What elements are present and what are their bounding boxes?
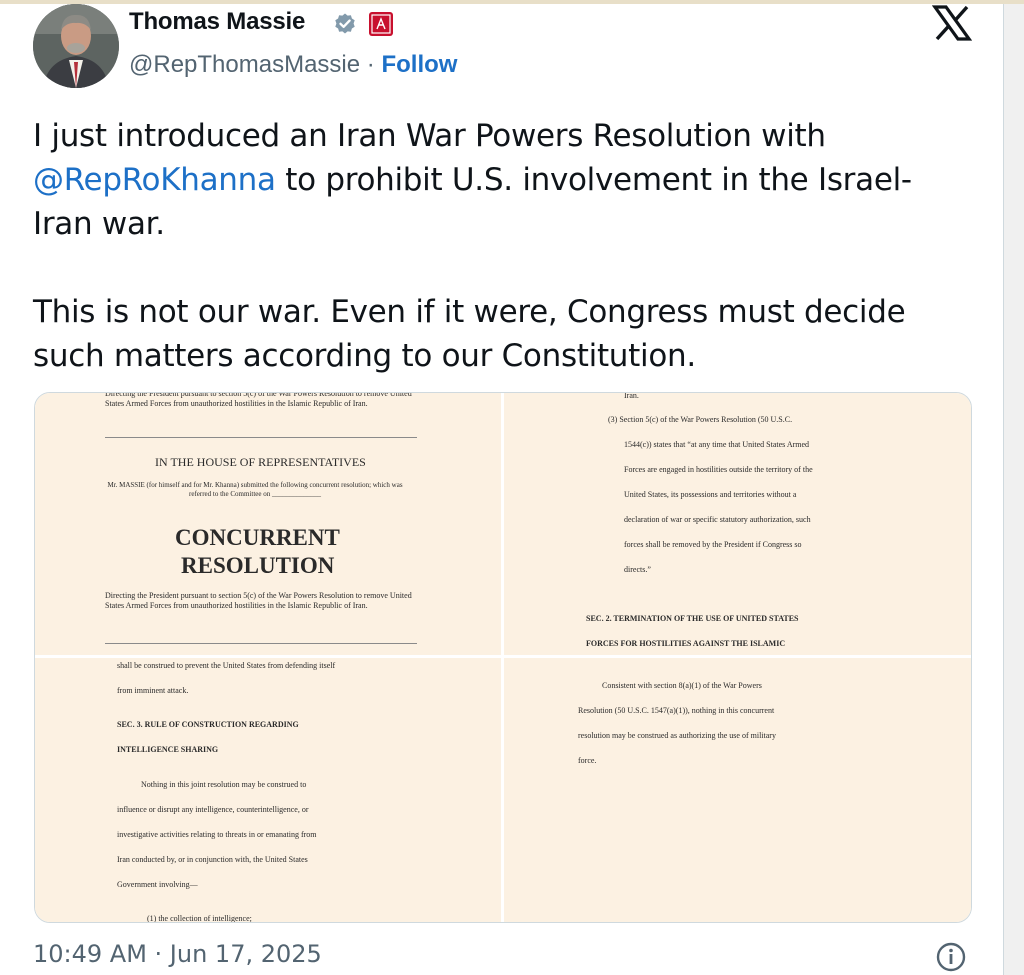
page3-body-line: Nothing in this joint resolution may be … — [141, 780, 307, 789]
page4-line: Consistent with section 8(a)(1) of the W… — [602, 681, 762, 690]
x-logo-icon[interactable] — [932, 5, 972, 41]
author-name[interactable]: Thomas Massie — [129, 8, 305, 36]
house-heading: IN THE HOUSE OF REPRESENTATIVES — [155, 455, 366, 469]
page2-line: directs.” — [624, 565, 651, 574]
congress-flag-icon — [369, 12, 393, 36]
divider — [105, 643, 417, 644]
tweet-card: Thomas Massie @RepThomasMassie · Follow … — [0, 4, 1004, 975]
tweet-paragraph-2: This is not our war. Even if it were, Co… — [33, 294, 906, 374]
document-page-3: shall be construed to prevent the United… — [35, 658, 501, 923]
document-header-text: Directing the President pursuant to sect… — [105, 393, 412, 408]
page3-line: from imminent attack. — [117, 686, 189, 695]
author-handle-row: @RepThomasMassie · Follow — [129, 51, 457, 79]
page3-body-line: investigative activities relating to thr… — [117, 830, 317, 839]
page2-line: forces shall be removed by the President… — [624, 540, 802, 549]
avatar[interactable] — [33, 4, 119, 88]
page2-line: (3) Section 5(c) of the War Powers Resol… — [608, 415, 793, 424]
page2-section-heading: FORCES FOR HOSTILITIES AGAINST THE ISLAM… — [586, 639, 786, 648]
page4-line: resolution may be construed as authorizi… — [578, 731, 776, 740]
follow-button[interactable]: Follow — [381, 51, 457, 78]
page2-section-heading: SEC. 2. TERMINATION OF THE USE OF UNITED… — [586, 614, 799, 623]
avatar-image — [33, 4, 119, 88]
page2-top-text: Iran. — [624, 393, 639, 400]
separator-dot: · — [366, 51, 375, 78]
page3-section-heading: INTELLIGENCE SHARING — [117, 745, 219, 754]
page3-body-line: Government involving— — [117, 880, 198, 889]
page2-line: 1544(c)) states that “at any time that U… — [624, 440, 810, 449]
submitted-text: Mr. MASSIE (for himself and for Mr. Khan… — [107, 481, 403, 498]
mention-link[interactable]: @RepRoKhanna — [33, 162, 276, 198]
tweet-text-line2: to prohibit U.S. involvement in the Isra… — [275, 162, 912, 198]
page3-bottom-line: (1) the collection of intelligence; — [147, 914, 252, 923]
page3-body-line: Iran conducted by, or in conjunction wit… — [117, 855, 308, 864]
page3-line: shall be construed to prevent the United… — [117, 661, 336, 670]
tweet-text: I just introduced an Iran War Powers Res… — [33, 114, 983, 422]
divider — [105, 437, 417, 438]
document-page-2: Iran. (3) Section 5(c) of the War Powers… — [504, 393, 971, 655]
info-icon[interactable] — [935, 941, 967, 973]
page2-line: Forces are engaged in hostilities outsid… — [624, 465, 813, 474]
document-page-1: Directing the President pursuant to sect… — [35, 393, 501, 655]
attached-document-image[interactable]: Directing the President pursuant to sect… — [34, 392, 972, 923]
verified-badge-icon — [335, 13, 355, 34]
document-page-4: Consistent with section 8(a)(1) of the W… — [504, 658, 971, 922]
page2-line: declaration of war or specific statutory… — [624, 515, 811, 524]
directing-text: Directing the President pursuant to sect… — [105, 591, 412, 610]
page2-line: United States, its possessions and terri… — [624, 490, 797, 499]
tweet-text-line3: Iran war. — [33, 206, 165, 242]
page4-line: Resolution (50 U.S.C. 1547(a)(1)), nothi… — [578, 706, 775, 715]
page4-line: force. — [578, 756, 597, 765]
page3-body-line: influence or disrupt any intelligence, c… — [117, 805, 309, 814]
resolution-title-1: CONCURRENT — [175, 525, 340, 550]
tweet-paragraph-1: I just introduced an Iran War Powers Res… — [33, 114, 983, 246]
tweet-timestamp[interactable]: 10:49 AM · Jun 17, 2025 — [33, 940, 322, 968]
tweet-text-line1: I just introduced an Iran War Powers Res… — [33, 118, 826, 154]
page3-section-heading: SEC. 3. RULE OF CONSTRUCTION REGARDING — [117, 720, 299, 729]
author-handle[interactable]: @RepThomasMassie — [129, 51, 360, 78]
resolution-title-2: RESOLUTION — [181, 553, 335, 578]
